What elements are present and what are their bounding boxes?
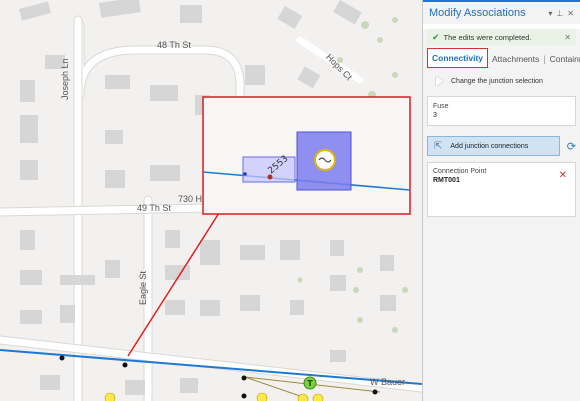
pane-title: Modify Associations [429,7,526,19]
modify-associations-pane: Modify Associations ▾ ⊥ ✕ ✔ The edits we… [422,0,580,401]
add-junction-connections-label: Add junction connections [450,142,529,150]
pane-body: ✔ The edits were completed. ✕ Connectivi… [423,29,580,401]
fuse-label: Fuse [433,103,449,110]
street-label-48th: 48 Th St [157,40,191,50]
street-label-bauer: W Bauer [370,377,406,387]
select-arrow-icon [436,76,444,86]
pane-header: Modify Associations ▾ ⊥ ✕ [423,0,580,24]
tab-attachments[interactable]: Attachments [488,50,543,68]
check-icon: ✔ [432,31,440,42]
change-junction-label: Change the junction selection [451,77,543,85]
association-tabs: Connectivity Attachments | Containment [427,48,580,68]
add-junction-connections-button[interactable]: ⇱ Add junction connections [427,136,560,156]
street-label-joseph: Joseph Ln [60,58,70,100]
connection-point-card[interactable]: Connection Point RMT001 ✕ [427,162,576,217]
fuse-value: 3 [433,112,437,119]
pin-icon[interactable]: ⊥ [556,9,563,18]
remove-connection-icon[interactable]: ✕ [559,170,567,181]
street-label-eagle: Eagle St [138,270,148,305]
road-49th [0,204,214,216]
road-bauer [0,336,422,392]
pane-menu-icon[interactable]: ▾ [548,9,552,18]
notice-text: The edits were completed. [443,32,532,42]
street-label-49th: 49 Th St [137,203,171,213]
close-pane-icon[interactable]: ✕ [567,9,574,18]
add-connection-icon: ⇱ [434,140,443,152]
change-junction-selection[interactable]: Change the junction selection [427,74,576,88]
add-connections-row: ⇱ Add junction connections ⟳ [427,136,576,156]
road-48th-casing [75,20,245,100]
dismiss-notice-icon[interactable]: ✕ [564,33,571,42]
refresh-icon[interactable]: ⟳ [567,140,576,153]
street-label-730: 730 H [178,194,203,204]
connection-point-value: RMT001 [433,177,460,184]
inset-connection-point [243,172,247,176]
utility-line-bauer [0,349,422,385]
fuse-card[interactable]: Fuse 3 [427,96,576,126]
connection-point-label: Connection Point [433,168,487,175]
success-notice: ✔ The edits were completed. ✕ [427,29,576,45]
tab-containment[interactable]: Containment [546,50,580,68]
map-view[interactable]: T 2553 48 Th St 49 Th St 730 H Joseph Ln… [0,0,422,401]
terminal-marker-label: T [307,379,313,388]
tab-connectivity[interactable]: Connectivity [427,48,489,68]
